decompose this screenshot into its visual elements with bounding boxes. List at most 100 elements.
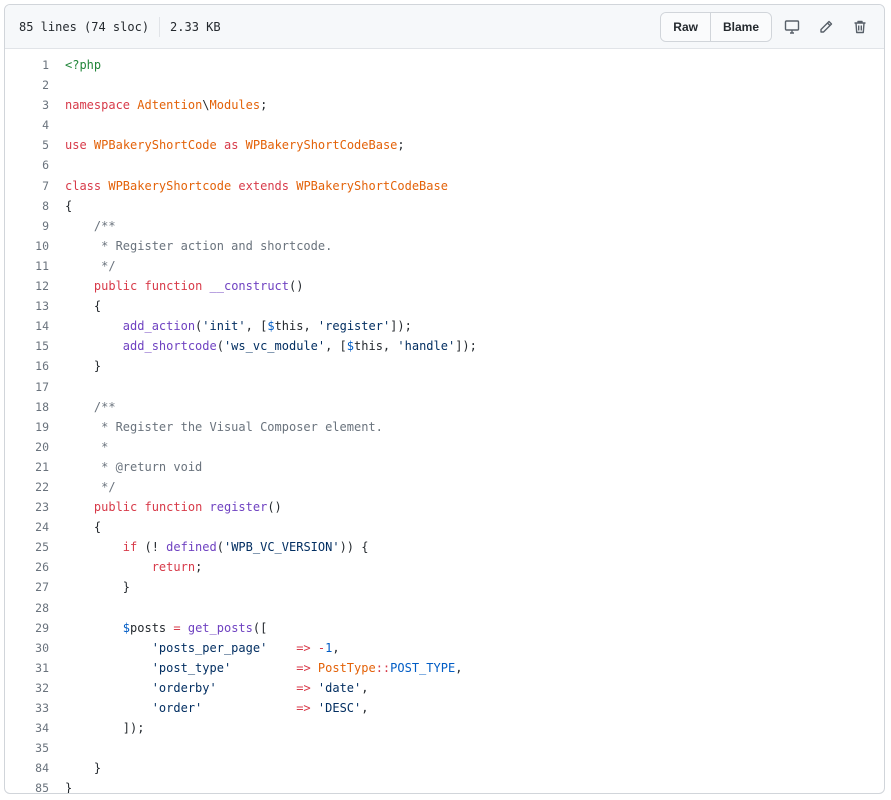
code-token: public: [93, 500, 138, 515]
line-number[interactable]: 7: [5, 176, 65, 196]
line-number[interactable]: 32: [5, 678, 65, 698]
code-line: 21 * @return void: [5, 457, 884, 477]
code-token: =>: [296, 660, 311, 675]
code-line: 17: [5, 377, 884, 397]
code-token: ::: [375, 660, 391, 675]
code-token: function: [144, 500, 203, 515]
code-text: {: [65, 196, 72, 216]
code-line: 6: [5, 155, 884, 175]
line-number[interactable]: 33: [5, 698, 65, 718]
line-number[interactable]: 85: [5, 778, 65, 793]
code-token: add_action: [122, 319, 196, 334]
line-number[interactable]: 17: [5, 377, 65, 397]
line-number[interactable]: 15: [5, 336, 65, 356]
code-token: (!: [137, 540, 167, 555]
line-number[interactable]: 2: [5, 75, 65, 95]
line-number[interactable]: 35: [5, 738, 65, 758]
line-number[interactable]: 20: [5, 437, 65, 457]
code-token: (): [267, 500, 282, 515]
line-number[interactable]: 19: [5, 417, 65, 437]
code-text: public function __construct(): [65, 276, 304, 296]
code-text: }: [65, 577, 130, 597]
line-number[interactable]: 30: [5, 638, 65, 658]
code-token: ,: [332, 640, 340, 655]
line-number[interactable]: 26: [5, 557, 65, 577]
line-number[interactable]: 14: [5, 316, 65, 336]
code-token: , [: [325, 339, 347, 354]
code-token: }: [65, 359, 102, 374]
line-number[interactable]: 4: [5, 115, 65, 135]
code-text: 'orderby' => 'date',: [65, 678, 369, 698]
code-token: 'WPB_VC_VERSION': [223, 540, 340, 555]
code-line: 30 'posts_per_page' => -1,: [5, 638, 884, 658]
code-token: WPBakeryShortCodeBase: [296, 178, 448, 193]
code-token: ,: [455, 660, 463, 675]
code-line: 16 }: [5, 356, 884, 376]
code-text: {: [65, 517, 101, 537]
code-line: 10 * Register action and shortcode.: [5, 236, 884, 256]
code-line: 32 'orderby' => 'date',: [5, 678, 884, 698]
code-token: }: [65, 781, 73, 794]
divider: [159, 16, 161, 37]
code-text: * Register the Visual Composer element.: [65, 417, 383, 437]
line-number[interactable]: 27: [5, 577, 65, 597]
blame-button[interactable]: Blame: [709, 12, 771, 41]
code-body: 1 <?php 2 3 namespace Adtention\Modules; 4 5 us…: [5, 49, 884, 794]
code-line: 19 * Register the Visual Composer elemen…: [5, 417, 884, 437]
line-number[interactable]: 10: [5, 236, 65, 256]
line-number[interactable]: 21: [5, 457, 65, 477]
desktop-icon[interactable]: [778, 13, 806, 41]
code-line: 35: [5, 738, 884, 758]
code-token: *: [65, 439, 109, 454]
code-token: __construct: [209, 279, 290, 294]
raw-button[interactable]: Raw: [661, 12, 710, 41]
pencil-icon[interactable]: [812, 13, 840, 41]
line-number[interactable]: 24: [5, 517, 65, 537]
line-number[interactable]: 31: [5, 658, 65, 678]
line-number[interactable]: 8: [5, 196, 65, 216]
line-number[interactable]: 5: [5, 135, 65, 155]
code-text: }: [65, 778, 73, 794]
line-number[interactable]: 6: [5, 155, 65, 175]
trash-icon[interactable]: [846, 13, 874, 41]
line-number[interactable]: 28: [5, 598, 65, 618]
line-number[interactable]: 3: [5, 95, 65, 115]
code-token: /**: [93, 399, 116, 414]
line-number[interactable]: 23: [5, 497, 65, 517]
line-number[interactable]: 1: [5, 55, 65, 75]
code-token: ]);: [65, 721, 145, 736]
line-number[interactable]: 12: [5, 276, 65, 296]
line-number[interactable]: 18: [5, 397, 65, 417]
line-number[interactable]: 84: [5, 758, 65, 778]
line-number[interactable]: 13: [5, 296, 65, 316]
code-line: 29 $posts = get_posts([: [5, 618, 884, 638]
code-token: PostType: [317, 660, 376, 675]
line-number[interactable]: 22: [5, 477, 65, 497]
code-line: 1 <?php: [5, 55, 884, 75]
code-text: *: [65, 437, 108, 457]
line-number[interactable]: 34: [5, 718, 65, 738]
line-number[interactable]: 11: [5, 256, 65, 276]
code-token: }: [65, 761, 102, 776]
line-number[interactable]: 16: [5, 356, 65, 376]
code-token: ([: [252, 620, 268, 635]
code-token: =>: [296, 680, 311, 695]
code-token: function: [144, 279, 203, 294]
code-token: add_shortcode: [122, 339, 217, 354]
line-number[interactable]: 25: [5, 537, 65, 557]
line-number[interactable]: 29: [5, 618, 65, 638]
line-number[interactable]: 9: [5, 216, 65, 236]
code-text: */: [65, 477, 115, 497]
code-text: 'posts_per_page' => -1,: [65, 638, 340, 658]
